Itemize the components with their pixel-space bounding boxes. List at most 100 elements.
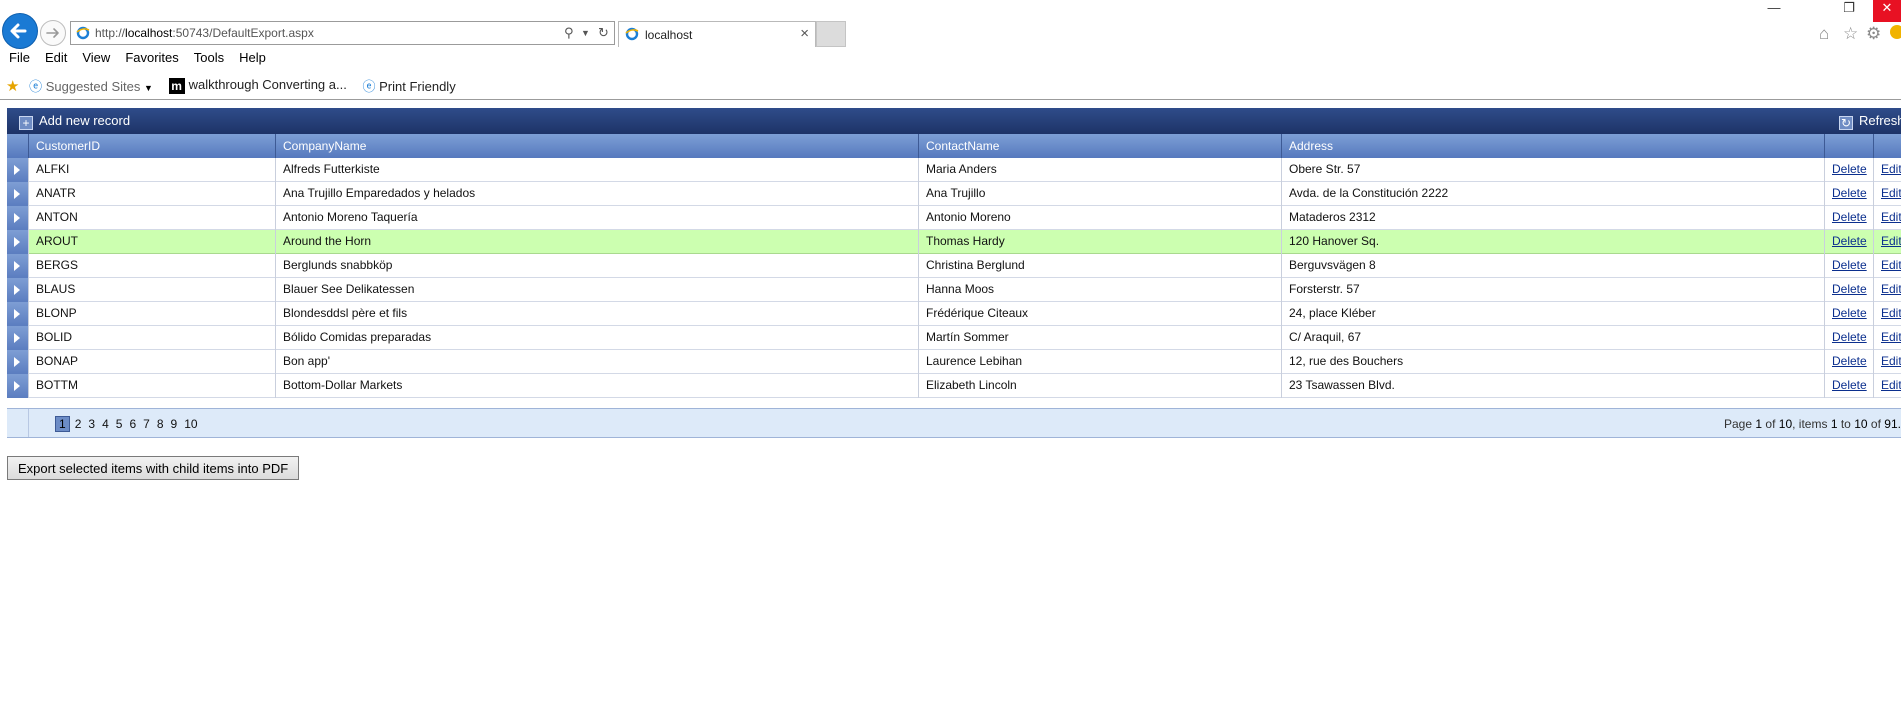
- smiley-feedback-icon[interactable]: [1890, 25, 1901, 39]
- edit-link[interactable]: Edit: [1881, 258, 1901, 272]
- refresh-button[interactable]: ↻ Refresh: [1839, 113, 1901, 130]
- column-header-address[interactable]: Address: [1281, 134, 1824, 158]
- favorites-center-icon[interactable]: ★: [6, 77, 19, 95]
- menu-tools[interactable]: Tools: [194, 50, 224, 65]
- restore-button[interactable]: ❐: [1835, 0, 1863, 16]
- expand-row-icon[interactable]: [7, 278, 28, 302]
- page-link-8[interactable]: 8: [157, 417, 164, 431]
- edit-link[interactable]: Edit: [1881, 354, 1901, 368]
- address-bar[interactable]: http://localhost:50743/DefaultExport.asp…: [70, 21, 615, 45]
- command-bar: + Add new record ↻ Refresh: [7, 108, 1901, 134]
- delete-link[interactable]: Delete: [1832, 210, 1867, 224]
- delete-link[interactable]: Delete: [1832, 258, 1867, 272]
- expand-row-icon[interactable]: [7, 230, 28, 254]
- expand-row-icon[interactable]: [7, 254, 28, 278]
- page-link-9[interactable]: 9: [171, 417, 178, 431]
- expand-row-icon[interactable]: [7, 182, 28, 206]
- cell-companyname: Bottom-Dollar Markets: [275, 374, 918, 398]
- cell-contactname: Christina Berglund: [918, 254, 1281, 278]
- expand-row-icon[interactable]: [7, 326, 28, 350]
- menu-edit[interactable]: Edit: [45, 50, 67, 65]
- menu-help[interactable]: Help: [239, 50, 266, 65]
- search-icon[interactable]: ⚲: [564, 25, 574, 41]
- column-header-companyname[interactable]: CompanyName: [275, 134, 918, 158]
- back-button[interactable]: [2, 13, 38, 49]
- edit-link[interactable]: Edit: [1881, 234, 1901, 248]
- menu-file[interactable]: File: [9, 50, 30, 65]
- favorites-star-icon[interactable]: ☆: [1843, 24, 1858, 44]
- page-link-10[interactable]: 10: [184, 417, 197, 431]
- edit-link[interactable]: Edit: [1881, 306, 1901, 320]
- cell-customerid: AROUT: [28, 230, 275, 254]
- delete-link[interactable]: Delete: [1832, 354, 1867, 368]
- table-row[interactable]: BERGS Berglunds snabbköp Christina Berglun…: [7, 254, 1901, 278]
- column-header-customerid[interactable]: CustomerID: [28, 134, 275, 158]
- page-link-2[interactable]: 2: [75, 417, 82, 431]
- page-link-5[interactable]: 5: [116, 417, 123, 431]
- page-link-4[interactable]: 4: [102, 417, 109, 431]
- delete-link[interactable]: Delete: [1832, 162, 1867, 176]
- delete-link[interactable]: Delete: [1832, 186, 1867, 200]
- table-row[interactable]: BLONP Blondesddsl père et fils Frédérique …: [7, 302, 1901, 326]
- table-row[interactable]: AROUT Around the Horn Thomas Hardy 120 Hano…: [7, 230, 1901, 254]
- table-row[interactable]: BLAUS Blauer See Delikatessen Hanna Moos Fo…: [7, 278, 1901, 302]
- column-header-delete: [1824, 134, 1873, 158]
- delete-link[interactable]: Delete: [1832, 282, 1867, 296]
- cell-companyname: Blauer See Delikatessen: [275, 278, 918, 302]
- page-link-3[interactable]: 3: [88, 417, 95, 431]
- edit-link[interactable]: Edit: [1881, 330, 1901, 344]
- expand-row-icon[interactable]: [7, 374, 28, 398]
- edit-link[interactable]: Edit: [1881, 282, 1901, 296]
- cell-address: C/ Araquil, 67: [1281, 326, 1824, 350]
- home-icon[interactable]: ⌂: [1819, 24, 1829, 44]
- new-tab-button[interactable]: [816, 21, 846, 47]
- cell-contactname: Hanna Moos: [918, 278, 1281, 302]
- browser-tab[interactable]: localhost ×: [618, 21, 816, 47]
- print-friendly-link[interactable]: ⓔ Print Friendly: [362, 76, 455, 95]
- table-row[interactable]: BOLID Bólido Comidas preparadas Martín Som…: [7, 326, 1901, 350]
- column-header-contactname[interactable]: ContactName: [918, 134, 1281, 158]
- table-row[interactable]: BONAP Bon app' Laurence Lebihan 12, rue des…: [7, 350, 1901, 374]
- refresh-page-icon[interactable]: ↻: [598, 25, 609, 41]
- forward-button[interactable]: [40, 20, 66, 46]
- edit-link[interactable]: Edit: [1881, 210, 1901, 224]
- menu-view[interactable]: View: [82, 50, 110, 65]
- delete-link[interactable]: Delete: [1832, 234, 1867, 248]
- back-arrow-icon: [10, 23, 27, 39]
- close-window-button[interactable]: ✕: [1873, 0, 1901, 22]
- walkthrough-link[interactable]: m walkthrough Converting a...: [168, 77, 347, 94]
- table-row[interactable]: ALFKI Alfreds Futterkiste Maria Anders Ober…: [7, 158, 1901, 182]
- table-row[interactable]: ANATR Ana Trujillo Emparedados y helados A…: [7, 182, 1901, 206]
- suggested-sites-link[interactable]: ⓔ Suggested Sites ▼: [29, 76, 153, 95]
- menu-favorites[interactable]: Favorites: [125, 50, 178, 65]
- settings-gear-icon[interactable]: ⚙: [1866, 24, 1881, 44]
- edit-link[interactable]: Edit: [1881, 186, 1901, 200]
- table-row[interactable]: BOTTM Bottom-Dollar Markets Elizabeth Linc…: [7, 374, 1901, 398]
- page-link-6[interactable]: 6: [129, 417, 136, 431]
- ie-logo-icon: [625, 27, 639, 41]
- triangle-right-icon: [14, 189, 20, 199]
- page-link-7[interactable]: 7: [143, 417, 150, 431]
- edit-link[interactable]: Edit: [1881, 378, 1901, 392]
- expand-row-icon[interactable]: [7, 206, 28, 230]
- delete-link[interactable]: Delete: [1832, 378, 1867, 392]
- minimize-button[interactable]: —: [1760, 0, 1788, 16]
- edit-link[interactable]: Edit: [1881, 162, 1901, 176]
- cell-companyname: Blondesddsl père et fils: [275, 302, 918, 326]
- cell-customerid: BONAP: [28, 350, 275, 374]
- cell-customerid: ANATR: [28, 182, 275, 206]
- close-tab-icon[interactable]: ×: [800, 25, 809, 42]
- delete-link[interactable]: Delete: [1832, 330, 1867, 344]
- expand-row-icon[interactable]: [7, 302, 28, 326]
- dropdown-icon[interactable]: ▼: [581, 28, 590, 38]
- page-link-1[interactable]: 1: [55, 416, 70, 432]
- cell-customerid: ALFKI: [28, 158, 275, 182]
- delete-cell: Delete: [1824, 158, 1873, 182]
- delete-link[interactable]: Delete: [1832, 306, 1867, 320]
- add-new-record-button[interactable]: + Add new record: [19, 113, 130, 130]
- table-row[interactable]: ANTON Antonio Moreno Taquería Antonio More…: [7, 206, 1901, 230]
- expand-row-icon[interactable]: [7, 350, 28, 374]
- export-pdf-button[interactable]: Export selected items with child items i…: [7, 456, 300, 480]
- expand-row-icon[interactable]: [7, 158, 28, 182]
- cell-contactname: Maria Anders: [918, 158, 1281, 182]
